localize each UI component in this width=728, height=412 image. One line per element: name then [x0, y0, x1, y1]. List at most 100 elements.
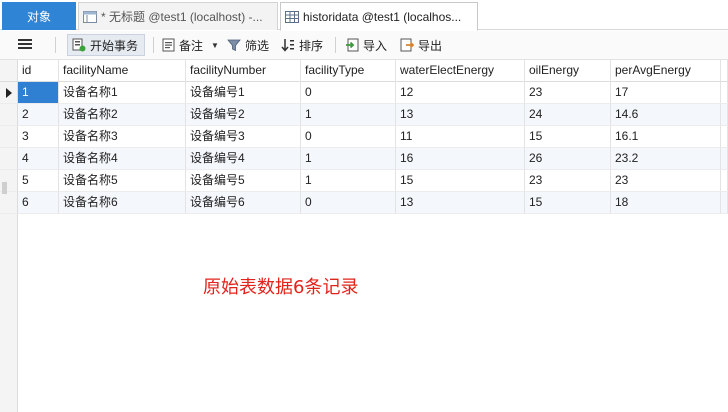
table-cell[interactable]: 2 [18, 104, 59, 126]
import-label: 导入 [363, 38, 388, 53]
dropdown-arrow-icon[interactable]: ▼ [211, 41, 219, 50]
column-header-peravgenergy[interactable]: perAvgEnergy [611, 60, 721, 82]
table-cell[interactable]: 15 [396, 170, 525, 192]
row-indicator[interactable] [0, 126, 18, 148]
column-header-waterelectenergy[interactable]: waterElectEnergy [396, 60, 525, 82]
table-cell-filler [721, 126, 728, 148]
row-indicator-header [0, 60, 18, 82]
table-cell[interactable]: 设备编号1 [186, 82, 301, 104]
table-cell[interactable]: 设备编号3 [186, 126, 301, 148]
table-row[interactable]: 5 设备名称5 设备编号5 1 15 23 23 [0, 170, 728, 192]
tab-historidata[interactable]: historidata @test1 (localhos... [280, 2, 478, 31]
row-indicator[interactable] [0, 148, 18, 170]
table-cell[interactable]: 24 [525, 104, 611, 126]
import-button[interactable]: 导入 [345, 34, 387, 56]
transaction-icon [72, 38, 86, 52]
table-cell[interactable]: 11 [396, 126, 525, 148]
table-cell[interactable]: 0 [301, 82, 396, 104]
table-cell[interactable]: 设备名称3 [59, 126, 186, 148]
column-header-filler [721, 60, 728, 82]
table-cell[interactable]: 设备名称2 [59, 104, 186, 126]
table-cell[interactable]: 0 [301, 192, 396, 214]
sort-button[interactable]: 排序 [281, 34, 323, 56]
table-cell[interactable]: 0 [301, 126, 396, 148]
toolbar-divider [335, 37, 336, 53]
row-indicator[interactable] [0, 192, 18, 214]
table-cell[interactable]: 15 [525, 192, 611, 214]
table-cell-filler [721, 82, 728, 104]
table-icon [285, 10, 299, 23]
annotation-text: 原始表数据6条记录 [203, 277, 359, 298]
column-header-oilenergy[interactable]: oilEnergy [525, 60, 611, 82]
column-header-id[interactable]: id [18, 60, 59, 82]
note-icon [162, 38, 175, 52]
note-label: 备注 [179, 38, 204, 53]
table-cell[interactable]: 1 [301, 104, 396, 126]
row-indicator-column [0, 182, 18, 412]
table-cell[interactable]: 13 [396, 192, 525, 214]
import-icon [345, 38, 359, 52]
table-row[interactable]: 3 设备名称3 设备编号3 0 11 15 16.1 [0, 126, 728, 148]
table-row[interactable]: 2 设备名称2 设备编号2 1 13 24 14.6 [0, 104, 728, 126]
table-cell[interactable]: 16 [396, 148, 525, 170]
table-cell[interactable]: 1 [301, 170, 396, 192]
filter-icon [227, 38, 241, 52]
filter-label: 筛选 [245, 38, 270, 53]
table-cell[interactable]: 15 [525, 126, 611, 148]
table-row[interactable]: 6 设备名称6 设备编号6 0 13 15 18 [0, 192, 728, 214]
column-header-facilitytype[interactable]: facilityType [301, 60, 396, 82]
tab-objects-label: 对象 [26, 9, 51, 24]
table-row[interactable]: 1 设备名称1 设备编号1 0 12 23 17 [0, 82, 728, 104]
table-cell[interactable]: 设备编号6 [186, 192, 301, 214]
tab-untitled-query[interactable]: * 无标题 @test1 (localhost) -... [78, 2, 278, 30]
resize-grip[interactable] [2, 182, 7, 194]
tab-bar: 对象 * 无标题 @test1 (localhost) -... histori… [0, 0, 728, 31]
table-cell[interactable]: 12 [396, 82, 525, 104]
table-cell-filler [721, 170, 728, 192]
tab-query-label: * 无标题 @test1 (localhost) -... [101, 10, 263, 24]
table-cell[interactable]: 4 [18, 148, 59, 170]
tab-table-label: historidata @test1 (localhos... [303, 9, 462, 24]
table-cell[interactable]: 1 [301, 148, 396, 170]
table-cell[interactable]: 14.6 [611, 104, 721, 126]
table-cell[interactable]: 6 [18, 192, 59, 214]
row-indicator[interactable] [0, 104, 18, 126]
row-indicator[interactable] [0, 82, 18, 104]
table-cell[interactable]: 13 [396, 104, 525, 126]
table-cell[interactable]: 1 [18, 82, 59, 104]
filter-button[interactable]: 筛选 [227, 34, 269, 56]
table-cell[interactable]: 设备编号5 [186, 170, 301, 192]
table-cell[interactable]: 设备编号4 [186, 148, 301, 170]
export-icon [400, 38, 414, 52]
table-cell[interactable]: 设备名称6 [59, 192, 186, 214]
table-cell[interactable]: 23 [525, 170, 611, 192]
table-cell[interactable]: 5 [18, 170, 59, 192]
toolbar-divider [55, 37, 56, 53]
column-header-facilityname[interactable]: facilityName [59, 60, 186, 82]
table-cell[interactable]: 设备名称1 [59, 82, 186, 104]
table-cell[interactable]: 设备编号2 [186, 104, 301, 126]
toolbar-divider [153, 37, 154, 53]
table-cell[interactable]: 18 [611, 192, 721, 214]
sort-label: 排序 [299, 38, 324, 53]
table-cell[interactable]: 设备名称5 [59, 170, 186, 192]
table-cell[interactable]: 23.2 [611, 148, 721, 170]
menu-button[interactable] [12, 34, 38, 56]
table-cell[interactable]: 26 [525, 148, 611, 170]
column-header-facilitynumber[interactable]: facilityNumber [186, 60, 301, 82]
table-row[interactable]: 4 设备名称4 设备编号4 1 16 26 23.2 [0, 148, 728, 170]
grid-header-row: id facilityName facilityNumber facilityT… [0, 60, 728, 82]
table-cell[interactable]: 3 [18, 126, 59, 148]
begin-transaction-button[interactable]: 开始事务 [67, 34, 145, 56]
query-icon [83, 10, 97, 23]
table-cell[interactable]: 23 [525, 82, 611, 104]
table-cell[interactable]: 17 [611, 82, 721, 104]
table-cell-filler [721, 104, 728, 126]
hamburger-icon [18, 38, 32, 53]
export-button[interactable]: 导出 [400, 34, 442, 56]
note-button[interactable]: 备注 ▼ [162, 34, 219, 56]
table-cell[interactable]: 16.1 [611, 126, 721, 148]
table-cell[interactable]: 设备名称4 [59, 148, 186, 170]
tab-objects[interactable]: 对象 [2, 2, 76, 30]
table-cell[interactable]: 23 [611, 170, 721, 192]
